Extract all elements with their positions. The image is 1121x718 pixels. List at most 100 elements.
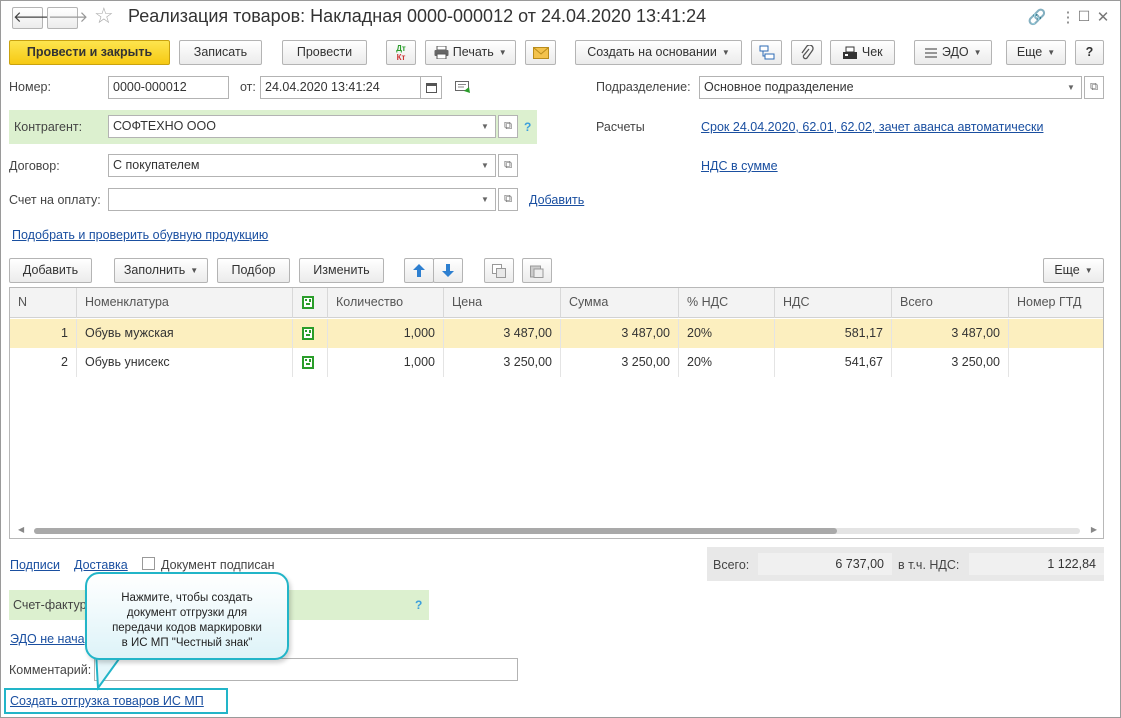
col-nomenclature[interactable]: Номенклатура bbox=[77, 288, 293, 318]
row-quantity[interactable]: 1,000 bbox=[328, 348, 444, 377]
table-row[interactable]: 2 Обувь унисекс 1,000 3 250,00 3 250,00 … bbox=[10, 348, 1103, 377]
signatures-link[interactable]: Подписи bbox=[10, 558, 60, 572]
edo-button[interactable]: ЭДО ▼ bbox=[914, 40, 992, 65]
receipt-button[interactable]: Чек bbox=[830, 40, 895, 65]
create-based-on-button[interactable]: Создать на основании ▼ bbox=[575, 40, 742, 65]
row-vat-rate[interactable]: 20% bbox=[679, 348, 775, 377]
change-button[interactable]: Изменить bbox=[299, 258, 384, 283]
row-vat[interactable]: 581,17 bbox=[775, 319, 892, 348]
row-gtd[interactable] bbox=[1009, 319, 1103, 348]
row-vat-rate[interactable]: 20% bbox=[679, 319, 775, 348]
attach-button[interactable] bbox=[791, 40, 822, 65]
contract-field[interactable]: С покупателем bbox=[108, 154, 476, 177]
fill-button[interactable]: Заполнить ▼ bbox=[114, 258, 208, 283]
row-nomenclature[interactable]: Обувь унисекс bbox=[77, 348, 293, 377]
delivery-link[interactable]: Доставка bbox=[74, 558, 128, 572]
row-marking[interactable] bbox=[293, 348, 328, 377]
save-button[interactable]: Записать bbox=[179, 40, 262, 65]
row-marking[interactable] bbox=[293, 319, 328, 348]
col-total[interactable]: Всего bbox=[892, 288, 1009, 318]
contract-open-icon[interactable]: ⧉ bbox=[498, 154, 518, 177]
edo-status-link[interactable]: ЭДО не нача bbox=[10, 632, 85, 646]
col-sum[interactable]: Сумма bbox=[561, 288, 679, 318]
contractor-open-icon[interactable]: ⧉ bbox=[498, 115, 518, 138]
chevron-down-icon: ▼ bbox=[1047, 48, 1056, 57]
contractor-help-icon[interactable]: ? bbox=[524, 120, 531, 134]
link-icon[interactable]: 🔗 bbox=[1027, 8, 1047, 26]
contractor-dropdown-icon[interactable]: ▼ bbox=[475, 115, 496, 138]
scroll-left-icon[interactable]: ◀ bbox=[18, 525, 24, 534]
col-marking[interactable] bbox=[293, 288, 328, 318]
structure-button[interactable] bbox=[751, 40, 782, 65]
favorite-star-icon[interactable]: ☆ bbox=[94, 3, 114, 29]
scroll-thumb[interactable] bbox=[34, 528, 837, 534]
table-row[interactable]: 1 Обувь мужская 1,000 3 487,00 3 487,00 … bbox=[10, 319, 1103, 348]
create-shipment-link[interactable]: Создать отгрузка товаров ИС МП bbox=[10, 694, 204, 708]
dt-kt-button[interactable]: Дт Кт bbox=[386, 40, 416, 65]
move-down-button[interactable] bbox=[433, 258, 463, 283]
settlements-link[interactable]: Срок 24.04.2020, 62.01, 62.02, зачет ава… bbox=[701, 120, 1043, 134]
horizontal-scrollbar[interactable]: ◀ ▶ bbox=[10, 524, 1103, 538]
contractor-label: Контрагент: bbox=[14, 120, 83, 134]
invoice-label: Счет на оплату: bbox=[9, 193, 101, 207]
invoice-factura-help-icon[interactable]: ? bbox=[415, 598, 422, 612]
row-gtd[interactable] bbox=[1009, 348, 1103, 377]
division-field[interactable]: Основное подразделение bbox=[699, 76, 1062, 99]
division-dropdown-icon[interactable]: ▼ bbox=[1061, 76, 1082, 99]
col-gtd[interactable]: Номер ГТД bbox=[1009, 288, 1103, 318]
col-vat[interactable]: НДС bbox=[775, 288, 892, 318]
move-up-button[interactable] bbox=[404, 258, 434, 283]
copy-row-button[interactable] bbox=[484, 258, 514, 283]
more-button[interactable]: Еще ▼ bbox=[1006, 40, 1066, 65]
forward-button[interactable]: 🡒 bbox=[47, 7, 88, 29]
row-nomenclature[interactable]: Обувь мужская bbox=[77, 319, 293, 348]
number-label: Номер: bbox=[9, 80, 51, 94]
row-sum[interactable]: 3 487,00 bbox=[561, 319, 679, 348]
comment-field[interactable] bbox=[94, 658, 518, 681]
invoice-open-icon[interactable]: ⧉ bbox=[498, 188, 518, 211]
total-label: Всего: bbox=[713, 558, 750, 572]
row-total[interactable]: 3 250,00 bbox=[892, 348, 1009, 377]
envelope-icon bbox=[532, 46, 549, 59]
printer-icon bbox=[434, 46, 449, 60]
print-button[interactable]: Печать ▼ bbox=[425, 40, 516, 65]
row-total[interactable]: 3 487,00 bbox=[892, 319, 1009, 348]
maximize-icon[interactable]: ☐ bbox=[1074, 8, 1094, 25]
email-button[interactable] bbox=[525, 40, 556, 65]
number-field[interactable]: 0000-000012 bbox=[108, 76, 229, 99]
scroll-right-icon[interactable]: ▶ bbox=[1091, 525, 1097, 534]
post-and-close-button[interactable]: Провести и закрыть bbox=[9, 40, 170, 65]
calendar-button[interactable] bbox=[420, 76, 442, 99]
marking-code-icon bbox=[302, 296, 314, 310]
row-price[interactable]: 3 250,00 bbox=[444, 348, 561, 377]
shoe-products-link[interactable]: Подобрать и проверить обувную продукцию bbox=[12, 228, 268, 242]
document-signed-checkbox[interactable] bbox=[142, 557, 155, 570]
vat-in-sum-link[interactable]: НДС в сумме bbox=[701, 159, 778, 173]
col-vat-rate[interactable]: % НДС bbox=[679, 288, 775, 318]
post-button[interactable]: Провести bbox=[282, 40, 367, 65]
row-sum[interactable]: 3 250,00 bbox=[561, 348, 679, 377]
date-field[interactable]: 24.04.2020 13:41:24 bbox=[260, 76, 421, 99]
invoice-field[interactable] bbox=[108, 188, 476, 211]
back-button[interactable]: 🡐 bbox=[12, 7, 53, 29]
help-button[interactable]: ? bbox=[1075, 40, 1104, 65]
col-n[interactable]: N bbox=[10, 288, 77, 318]
contractor-field[interactable]: СОФТЕХНО ООО bbox=[108, 115, 476, 138]
col-quantity[interactable]: Количество bbox=[328, 288, 444, 318]
row-quantity[interactable]: 1,000 bbox=[328, 319, 444, 348]
table-more-button[interactable]: Еще ▼ bbox=[1043, 258, 1104, 283]
comment-status-icon[interactable] bbox=[455, 81, 471, 97]
goods-table[interactable]: N Номенклатура Количество Цена Сумма % Н… bbox=[9, 287, 1104, 539]
row-price[interactable]: 3 487,00 bbox=[444, 319, 561, 348]
row-vat[interactable]: 541,67 bbox=[775, 348, 892, 377]
invoice-dropdown-icon[interactable]: ▼ bbox=[475, 188, 496, 211]
close-icon[interactable]: ✕ bbox=[1093, 8, 1113, 26]
total-vat-value: 1 122,84 bbox=[969, 553, 1104, 575]
add-row-button[interactable]: Добавить bbox=[9, 258, 92, 283]
col-price[interactable]: Цена bbox=[444, 288, 561, 318]
pick-button[interactable]: Подбор bbox=[217, 258, 290, 283]
division-open-icon[interactable]: ⧉ bbox=[1084, 76, 1104, 99]
add-invoice-link[interactable]: Добавить bbox=[529, 193, 584, 207]
paste-row-button[interactable] bbox=[522, 258, 552, 283]
contract-dropdown-icon[interactable]: ▼ bbox=[475, 154, 496, 177]
